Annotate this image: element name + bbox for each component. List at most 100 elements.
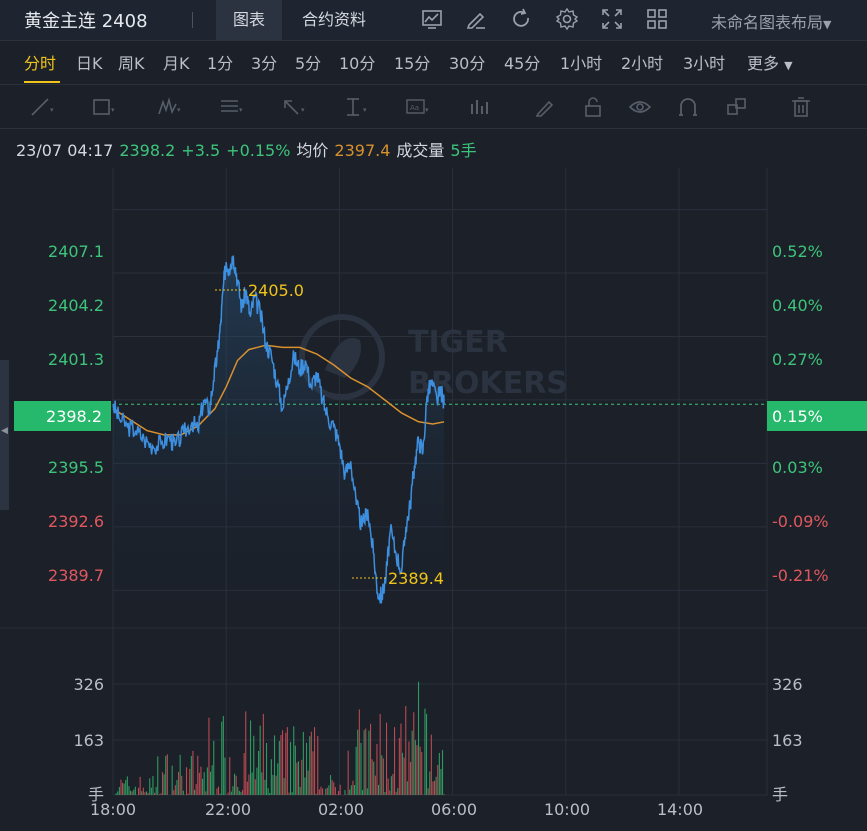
volume-bar (142, 787, 144, 795)
period-45min[interactable]: 45分 (504, 50, 540, 74)
period-1hour[interactable]: 1小时 (560, 50, 602, 74)
svg-text:▾: ▾ (363, 106, 367, 114)
pct-tick-3: 0.27% (772, 350, 823, 369)
volume-bar (232, 786, 234, 795)
fullscreen-icon[interactable] (599, 6, 625, 32)
tab-chart[interactable]: 图表 (216, 0, 282, 40)
volume-bar (192, 750, 194, 795)
period-15min[interactable]: 15分 (394, 50, 430, 74)
period-5min[interactable]: 5分 (295, 50, 321, 74)
intraday-chart[interactable]: TIGER BROKERS 2405.0 2389.4 2407.1 2404.… (0, 168, 867, 831)
volume-bar (403, 757, 405, 795)
volume-bar (250, 720, 252, 795)
price-tick-7: 2389.7 (48, 566, 104, 585)
volume-bar (254, 779, 256, 795)
volume-tick-left-1: 326 (73, 675, 104, 694)
lock-icon[interactable] (580, 94, 606, 120)
tab-contract-info[interactable]: 合约资料 (284, 0, 384, 40)
period-1min[interactable]: 1分 (207, 50, 233, 74)
volume-bar (165, 755, 167, 795)
caret-down-icon: ▼ (823, 18, 832, 31)
volume-bar (438, 752, 440, 795)
volume-bar (238, 790, 240, 795)
period-2hour[interactable]: 2小时 (621, 50, 663, 74)
volume-bar (395, 791, 397, 795)
layers-icon[interactable] (724, 94, 750, 120)
svg-text:▾: ▾ (111, 106, 115, 114)
avg-price-value: 2397.4 (334, 141, 391, 160)
volume-bar (187, 793, 189, 795)
volume-bar (253, 735, 255, 795)
volume-bar (224, 757, 226, 795)
refresh-icon[interactable] (508, 6, 534, 32)
volume-bar (301, 759, 303, 795)
time-tick-3: 02:00 (318, 800, 364, 819)
measure-tool-icon[interactable]: ▾ (342, 94, 368, 120)
side-panel-toggle[interactable]: ◀ (0, 360, 9, 510)
period-week[interactable]: 周K (118, 50, 145, 74)
volume-bar (312, 751, 314, 795)
volume-bar (198, 772, 200, 795)
period-3hour[interactable]: 3小时 (683, 50, 725, 74)
chart-header: 黄金主连 2408 图表 合约资料 未命名图表布局▼ (0, 0, 867, 41)
volume-bar (315, 793, 317, 795)
volume-bar (352, 780, 354, 795)
line-tool-icon[interactable]: ▾ (28, 94, 54, 120)
time-tick-5: 10:00 (544, 800, 590, 819)
volume-bar (374, 775, 376, 795)
trash-icon[interactable] (788, 94, 814, 120)
volume-bar (166, 754, 168, 795)
period-3min[interactable]: 3分 (251, 50, 277, 74)
volume-bar (278, 741, 280, 795)
volume-bar (331, 780, 333, 795)
avg-price-label: 均价 (296, 141, 329, 160)
volume-bar (125, 780, 127, 795)
fib-tool-icon[interactable]: ▾ (218, 94, 244, 120)
wave-tool-icon[interactable]: ▾ (156, 94, 182, 120)
settings-icon[interactable] (554, 6, 580, 32)
volume-bar (267, 788, 269, 795)
volume-bar (291, 792, 293, 795)
current-price-label: 2398.2 (46, 407, 102, 426)
volume-bar (365, 728, 367, 795)
period-30min[interactable]: 30分 (449, 50, 485, 74)
eye-icon[interactable] (627, 94, 653, 120)
volume-bar (130, 790, 132, 795)
volume-bar (190, 756, 192, 795)
arrow-tool-icon[interactable]: ▾ (280, 94, 306, 120)
svg-text:▾: ▾ (177, 106, 181, 114)
volume-bar (210, 771, 212, 795)
pen-icon[interactable] (532, 94, 558, 120)
volume-bar (379, 713, 381, 795)
period-month[interactable]: 月K (163, 50, 190, 74)
quote-change: +3.5 (181, 141, 221, 160)
bars-tool-icon[interactable] (466, 94, 492, 120)
volume-bar (410, 762, 412, 795)
layout-selector[interactable]: 未命名图表布局▼ (711, 9, 831, 33)
text-tool-icon[interactable]: Aa ▾ (404, 94, 430, 120)
pct-tick-5: 0.03% (772, 458, 823, 477)
magnet-icon[interactable] (675, 94, 701, 120)
period-timeshare[interactable]: 分时 (24, 50, 56, 74)
period-more[interactable]: 更多 ▼ (747, 50, 793, 74)
period-10min[interactable]: 10分 (339, 50, 375, 74)
volume-bar (157, 756, 159, 795)
volume-bar (298, 761, 300, 795)
period-day[interactable]: 日K (76, 50, 103, 74)
layout-grid-icon[interactable] (644, 6, 670, 32)
watermark-line1: TIGER (408, 325, 508, 360)
volume-bar (413, 712, 415, 795)
indicator-icon[interactable] (419, 6, 445, 32)
volume-bar (363, 730, 365, 795)
volume-bar (242, 790, 244, 795)
svg-text:▾: ▾ (239, 106, 243, 114)
draw-icon[interactable] (463, 6, 489, 32)
volume-bar (122, 782, 124, 795)
volume-bar (219, 793, 221, 795)
volume-bar (376, 743, 378, 795)
rect-tool-icon[interactable]: ▾ (90, 94, 116, 120)
volume-bar (240, 792, 242, 795)
volume-bar (245, 711, 247, 795)
volume-tick-left-2: 163 (73, 731, 104, 750)
volume-bar (171, 765, 173, 795)
